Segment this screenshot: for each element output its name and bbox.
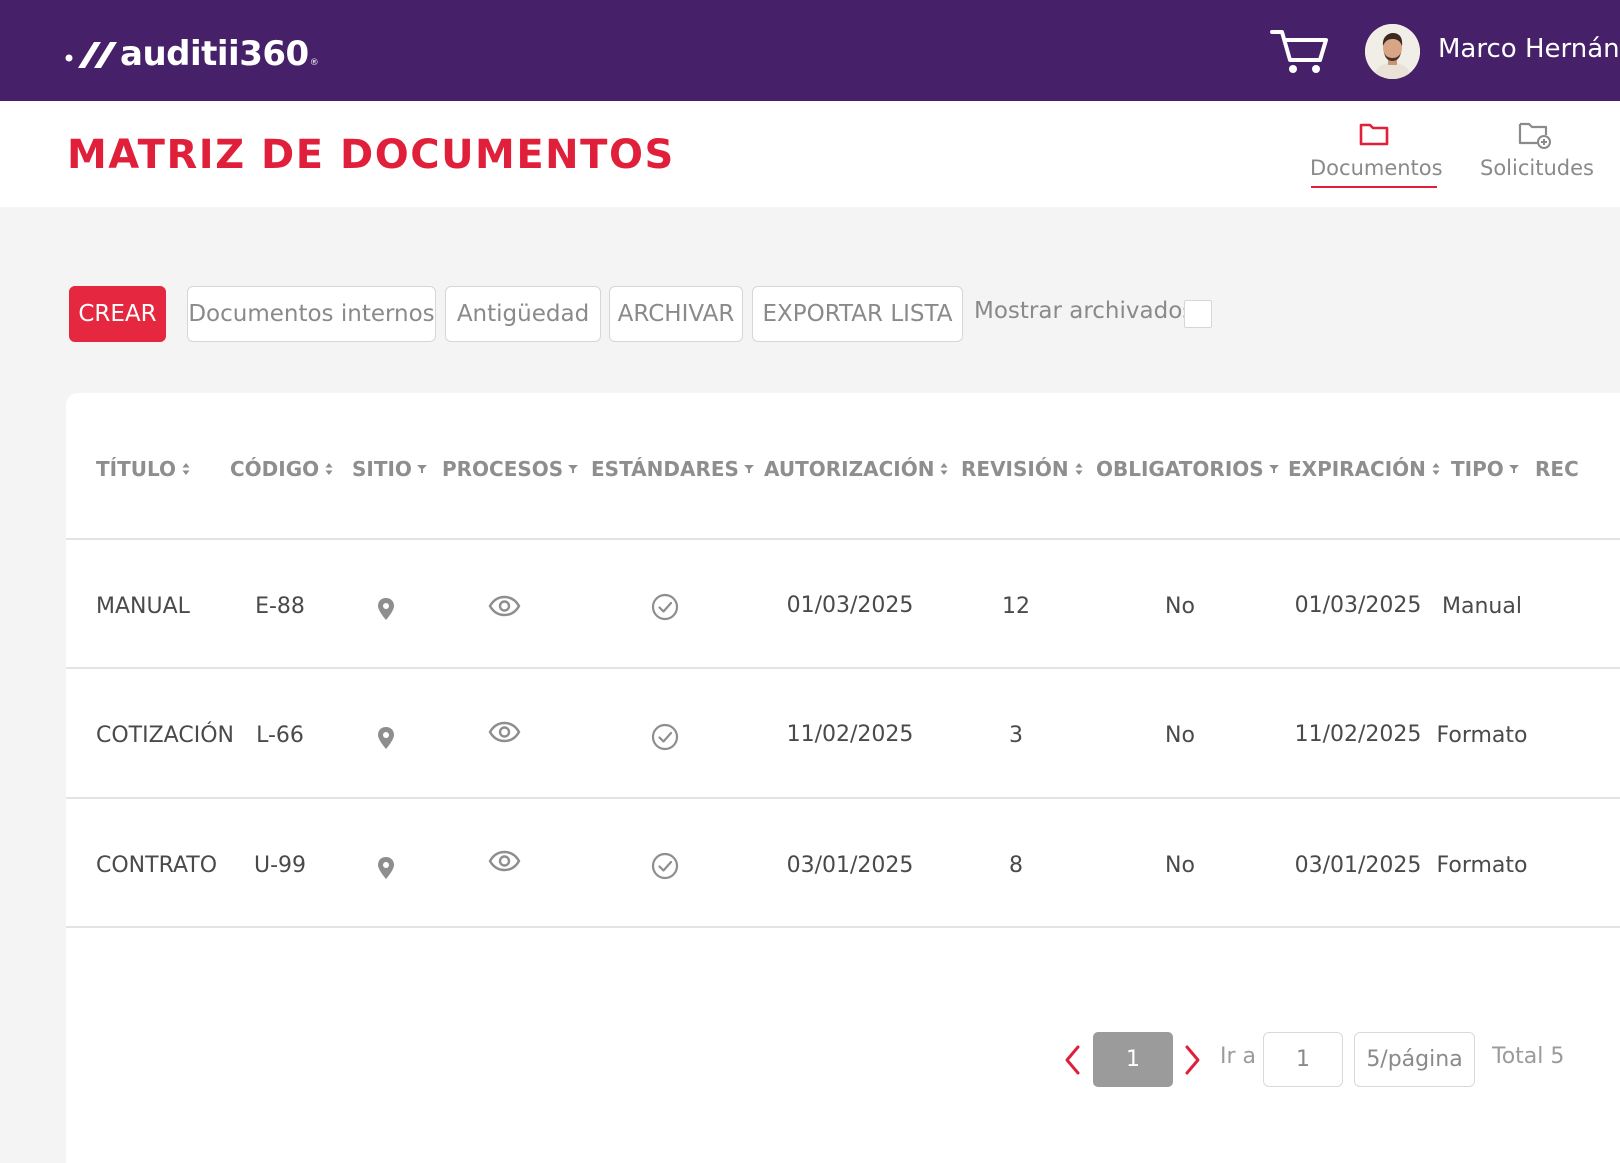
archivar-button[interactable]: ARCHIVAR (609, 286, 743, 342)
cell-obligatorios: No (1165, 594, 1195, 619)
tab-solicitudes[interactable]: Solicitudes (1480, 116, 1620, 180)
cell-expiracion: 03/01/2025 (1294, 853, 1422, 878)
documentos-internos-button[interactable]: Documentos internos (187, 286, 436, 342)
sort-icon (325, 463, 333, 475)
folder-add-icon (1518, 122, 1551, 149)
chevron-left-icon[interactable] (1062, 1044, 1084, 1076)
avatar[interactable] (1365, 24, 1420, 79)
cell-expiracion: 11/02/2025 (1294, 722, 1422, 747)
logo-registered-mark: ® (309, 58, 319, 68)
column-header-autorizacion[interactable]: AUTORIZACIÓN (764, 457, 948, 481)
column-header-label: REVISIÓN (961, 457, 1069, 481)
column-header-revision[interactable]: REVISIÓN (961, 457, 1083, 481)
check-circle-icon[interactable] (651, 852, 679, 880)
cell-tipo: Manual (1442, 594, 1522, 619)
column-header-obligatorios[interactable]: OBLIGATORIOS (1096, 457, 1279, 481)
tab-documentos[interactable]: Documentos (1310, 116, 1443, 188)
eye-icon[interactable] (488, 850, 521, 872)
cell-codigo: U-99 (253, 853, 307, 878)
cell-expiracion: 01/03/2025 (1294, 593, 1422, 618)
column-header-estandares[interactable]: ESTÁNDARES (591, 457, 754, 481)
check-circle-icon[interactable] (651, 593, 679, 621)
cell-codigo: L-66 (256, 723, 304, 748)
antiguedad-button[interactable]: Antigüedad (445, 286, 601, 342)
cell-autorizacion: 11/02/2025 (786, 722, 914, 747)
tab-solicitudes-label: Solicitudes (1480, 156, 1594, 180)
column-header-label: TÍTULO (96, 457, 176, 481)
sort-icon (940, 463, 948, 475)
cell-revision: 8 (1009, 853, 1023, 878)
column-header-label: REC (1535, 457, 1579, 481)
app-logo[interactable]: auditii360 ® (64, 34, 319, 74)
column-header-titulo[interactable]: TÍTULO (96, 457, 190, 481)
column-header-tipo[interactable]: TIPO (1451, 457, 1519, 481)
user-photo-icon (1365, 24, 1420, 79)
cell-autorizacion: 03/01/2025 (786, 853, 914, 878)
row-divider (66, 926, 1620, 928)
cell-titulo: CONTRATO (96, 853, 218, 878)
exportar-lista-button[interactable]: EXPORTAR LISTA (752, 286, 963, 342)
filter-icon (1508, 465, 1519, 473)
column-header-label: PROCESOS (442, 457, 564, 481)
row-divider (66, 667, 1620, 669)
cart-icon[interactable] (1268, 26, 1330, 76)
column-header-label: CÓDIGO (230, 457, 320, 481)
sort-icon (1075, 463, 1083, 475)
tab-documentos-label: Documentos (1310, 156, 1443, 180)
sort-icon (182, 463, 190, 475)
mostrar-archivados-label: Mostrar archivados (974, 298, 1195, 324)
column-header-expiracion[interactable]: EXPIRACIÓN (1288, 457, 1440, 481)
table-header-divider (66, 538, 1620, 540)
cell-titulo: MANUAL (96, 594, 190, 619)
cell-tipo: Formato (1436, 723, 1528, 748)
crear-button[interactable]: CREAR (69, 286, 166, 342)
filter-icon (416, 465, 427, 473)
eye-icon[interactable] (488, 595, 521, 617)
page-size-select[interactable]: 5/página (1354, 1032, 1475, 1087)
chevron-right-icon[interactable] (1181, 1044, 1203, 1076)
cell-codigo: E-88 (255, 594, 305, 619)
goto-page-input[interactable] (1263, 1032, 1343, 1087)
pagination-total: Total 5 (1492, 1044, 1565, 1069)
cell-revision: 12 (1002, 594, 1030, 619)
pagination-current-page[interactable]: 1 (1093, 1032, 1173, 1087)
cell-tipo: Formato (1436, 853, 1528, 878)
location-pin-icon[interactable] (376, 725, 396, 751)
logo-mark-icon (65, 42, 117, 68)
column-header-label: SITIO (352, 457, 412, 481)
column-header-rec[interactable]: REC (1535, 457, 1620, 481)
location-pin-icon[interactable] (376, 855, 396, 881)
filter-icon (568, 465, 579, 473)
column-header-procesos[interactable]: PROCESOS (442, 457, 579, 481)
goto-label: Ir a (1220, 1044, 1257, 1069)
logo-text: auditii360 (120, 34, 309, 74)
cell-titulo: COTIZACIÓN (96, 723, 234, 748)
user-name[interactable]: Marco Hernández (1438, 34, 1620, 64)
row-divider (66, 797, 1620, 799)
column-header-codigo[interactable]: CÓDIGO (230, 457, 333, 481)
mostrar-archivados-checkbox[interactable] (1184, 300, 1212, 328)
sort-icon (1432, 463, 1440, 475)
eye-icon[interactable] (488, 721, 521, 743)
check-circle-icon[interactable] (651, 723, 679, 751)
column-header-label: OBLIGATORIOS (1096, 457, 1264, 481)
cell-autorizacion: 01/03/2025 (786, 593, 914, 618)
page-title: MATRIZ DE DOCUMENTOS (67, 132, 675, 178)
filter-icon (1268, 465, 1279, 473)
location-pin-icon[interactable] (376, 596, 396, 622)
column-header-label: AUTORIZACIÓN (764, 457, 935, 481)
folder-icon (1359, 123, 1389, 146)
column-header-label: EXPIRACIÓN (1288, 457, 1426, 481)
cell-revision: 3 (1009, 723, 1023, 748)
column-header-sitio[interactable]: SITIO (352, 457, 427, 481)
filter-icon (743, 465, 754, 473)
cell-obligatorios: No (1165, 853, 1195, 878)
column-header-label: ESTÁNDARES (591, 457, 739, 481)
column-header-label: TIPO (1451, 457, 1504, 481)
cell-obligatorios: No (1165, 723, 1195, 748)
active-tab-underline (1311, 186, 1437, 188)
